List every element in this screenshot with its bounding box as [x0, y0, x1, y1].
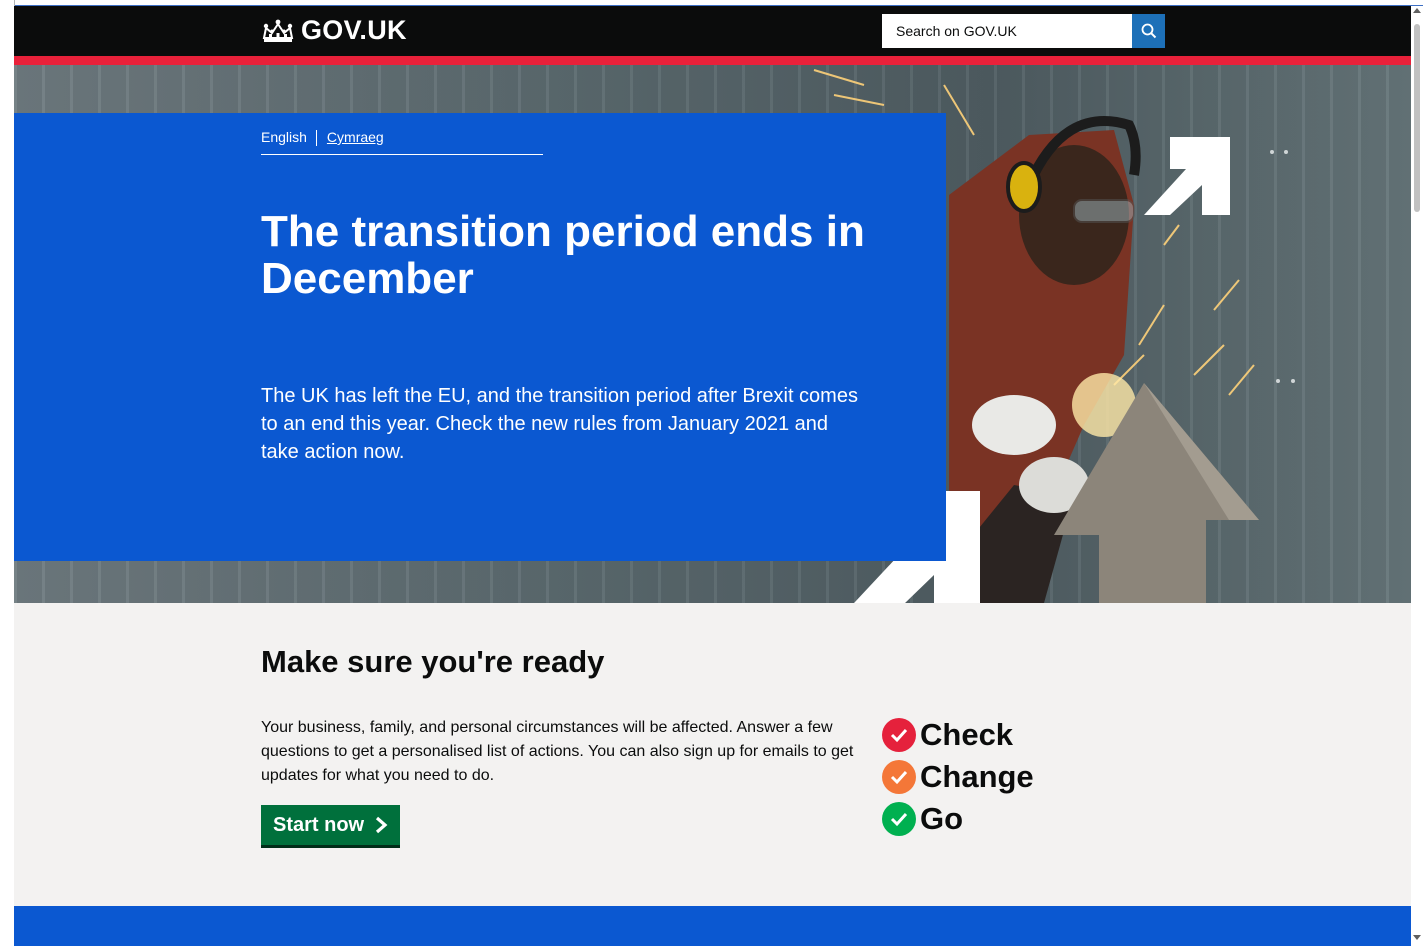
- page-viewport: GOV.UK Search on GOV.UK English Cymraeg …: [14, 6, 1411, 946]
- language-link-cymraeg[interactable]: Cymraeg: [317, 129, 384, 145]
- start-now-label: Start now: [273, 813, 365, 836]
- govuk-logo-link[interactable]: GOV.UK: [261, 15, 407, 46]
- site-header: GOV.UK: [14, 6, 1411, 56]
- check-icon: [882, 760, 916, 794]
- campaign-row-change: Change: [882, 756, 1034, 798]
- crown-icon: [262, 19, 294, 42]
- hero-description: The UK has left the EU, and the transiti…: [261, 385, 858, 463]
- hero-title: The transition period ends in December: [261, 207, 865, 303]
- campaign-row-check: Check: [882, 714, 1034, 756]
- campaign-word-check: Check: [920, 717, 1014, 752]
- ready-heading: Make sure you're ready: [261, 644, 605, 679]
- start-now-button[interactable]: Start now: [261, 805, 401, 845]
- search-form: [882, 14, 1165, 48]
- search-input[interactable]: [882, 14, 1132, 48]
- check-icon: [882, 802, 916, 836]
- hero-banner: English Cymraeg The transition period en…: [14, 65, 1411, 603]
- language-switcher: English Cymraeg: [261, 129, 543, 155]
- ready-description: Your business, family, and personal circ…: [261, 719, 854, 784]
- browser-frame-left: [0, 0, 15, 946]
- campaign-row-go: Go: [882, 798, 1034, 840]
- page-scrollbar[interactable]: [1411, 6, 1423, 946]
- campaign-word-change: Change: [920, 759, 1034, 794]
- campaign-word-go: Go: [920, 801, 964, 836]
- logo-text: GOV.UK: [301, 15, 407, 45]
- check-icon: [882, 718, 916, 752]
- header-stripe: [14, 56, 1411, 65]
- hero-panel: [14, 113, 946, 561]
- check-change-go-logo: Check Change Go: [882, 714, 1034, 840]
- scroll-thumb[interactable]: [1414, 24, 1420, 212]
- search-icon: [1141, 23, 1156, 39]
- search-button[interactable]: [1132, 14, 1165, 48]
- scroll-up-arrow-icon[interactable]: [1413, 8, 1421, 13]
- chevron-right-icon: [376, 816, 388, 834]
- next-section-band: [14, 906, 1411, 946]
- language-current: English: [261, 129, 307, 145]
- scroll-down-arrow-icon[interactable]: [1413, 935, 1421, 940]
